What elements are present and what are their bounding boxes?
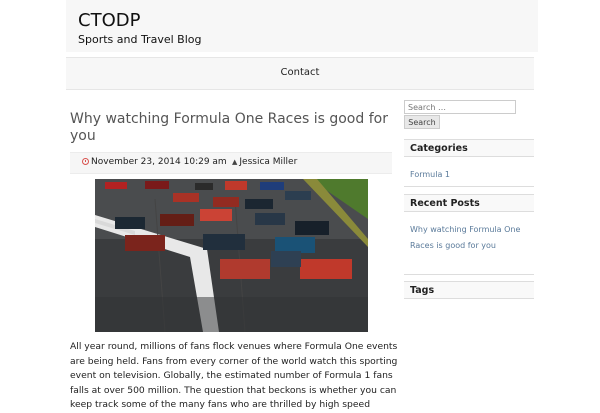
clock-icon (82, 158, 89, 165)
nav-item-contact[interactable]: Contact (66, 67, 534, 78)
post-date-link[interactable]: November 23, 2014 10:29 am (82, 157, 227, 167)
post-excerpt: All year round, millions of fans flock v… (70, 341, 398, 410)
tags-widget-title: Tags (404, 281, 534, 299)
post-date: November 23, 2014 10:29 am (91, 157, 227, 167)
post-author-link[interactable]: ▲ Jessica Miller (232, 157, 297, 167)
user-icon: ▲ (232, 158, 238, 166)
post-meta: November 23, 2014 10:29 am ▲ Jessica Mill… (70, 152, 392, 174)
featured-image (95, 179, 368, 332)
site-description: Sports and Travel Blog (78, 33, 202, 46)
site-title[interactable]: CTODP (78, 10, 140, 31)
categories-widget-title: Categories (404, 139, 534, 157)
site-header: CTODP Sports and Travel Blog (66, 0, 538, 52)
search-button[interactable]: Search (404, 115, 440, 129)
post-title[interactable]: Why watching Formula One Races is good f… (70, 111, 390, 145)
widget-divider (404, 186, 534, 187)
post-author: Jessica Miller (239, 157, 298, 167)
category-link-formula-1[interactable]: Formula 1 (410, 167, 530, 183)
search-input[interactable] (404, 100, 516, 114)
widget-divider (404, 274, 534, 275)
recent-post-link[interactable]: Why watching Formula One Races is good f… (410, 222, 530, 254)
main-navigation: Contact (66, 57, 534, 90)
recent-posts-widget-title: Recent Posts (404, 194, 534, 212)
